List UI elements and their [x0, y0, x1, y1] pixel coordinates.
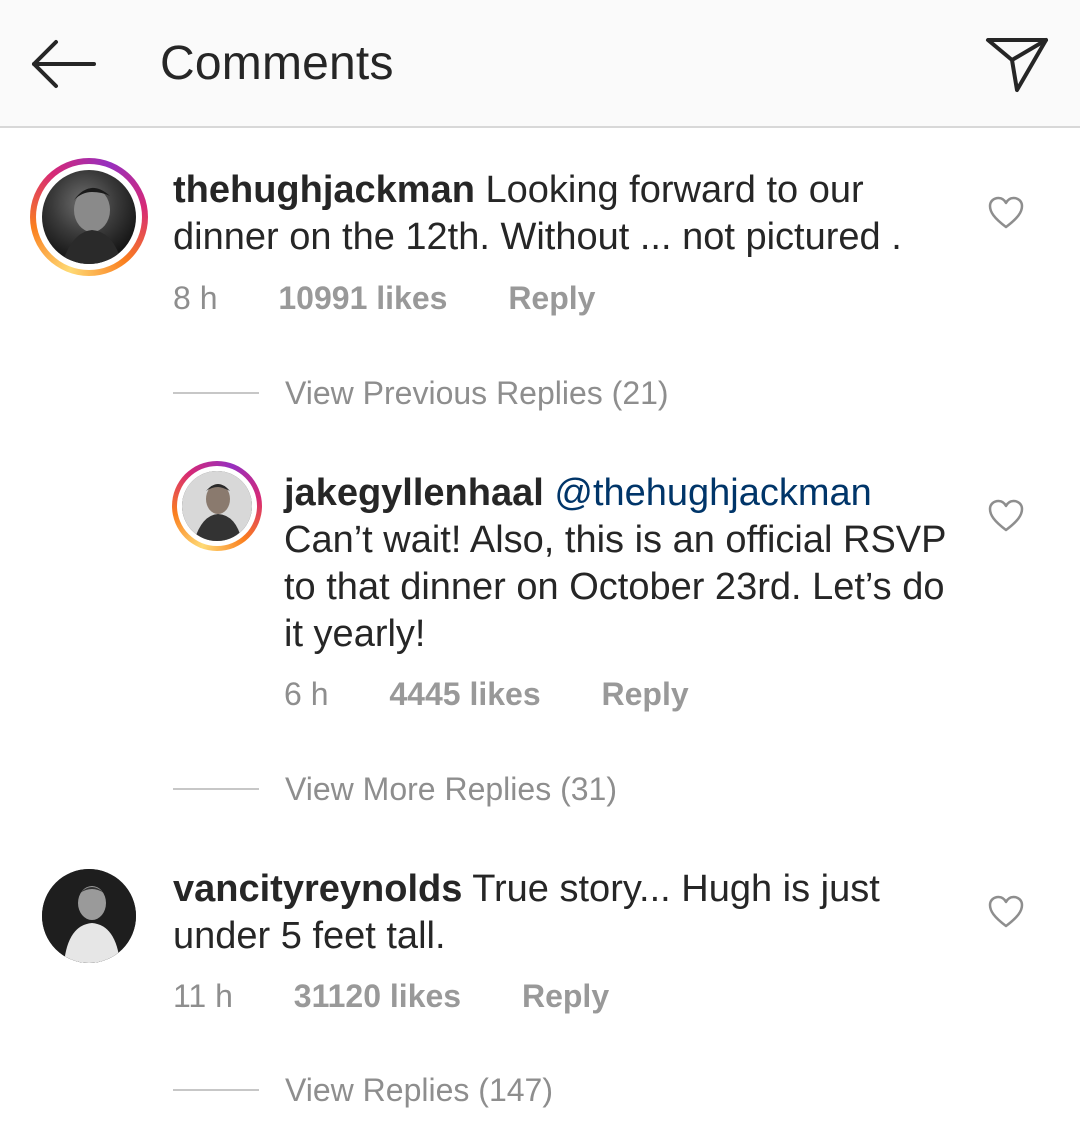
- heart-icon: [988, 499, 1024, 532]
- comment-username[interactable]: thehughjackman: [173, 169, 475, 211]
- heart-icon: [988, 196, 1024, 229]
- comment-text: thehughjackman Looking forward to our di…: [173, 167, 973, 261]
- avatar[interactable]: [42, 869, 136, 963]
- page-title: Comments: [160, 37, 394, 90]
- view-previous-replies-link[interactable]: View Previous Replies (21): [285, 373, 669, 413]
- profile-photo: [62, 187, 122, 264]
- comment-time: 11 h: [173, 978, 233, 1014]
- heart-icon: [988, 895, 1024, 928]
- likes-count[interactable]: 31120 likes: [294, 976, 461, 1016]
- avatar[interactable]: [42, 170, 136, 264]
- mention-link[interactable]: @thehughjackman: [554, 472, 871, 514]
- thread-divider: [173, 392, 259, 394]
- avatar[interactable]: [182, 471, 252, 541]
- share-button[interactable]: [980, 30, 1052, 94]
- reply-text: jakegyllenhaal @thehughjackman Can’t wai…: [284, 470, 964, 658]
- comment-username[interactable]: jakegyllenhaal: [284, 472, 544, 514]
- likes-count[interactable]: 4445 likes: [389, 674, 540, 714]
- comment-meta: 11 h 31120 likes Reply: [173, 976, 609, 1016]
- reply-button[interactable]: Reply: [522, 976, 609, 1016]
- view-replies-link[interactable]: View Replies (147): [285, 1070, 553, 1110]
- comment-text: vancityreynolds True story... Hugh is ju…: [173, 866, 973, 960]
- comment-meta: 6 h 4445 likes Reply: [284, 674, 689, 714]
- like-button[interactable]: [988, 895, 1024, 929]
- profile-photo: [42, 869, 136, 963]
- comment-time: 6 h: [284, 676, 329, 712]
- comment-username[interactable]: vancityreynolds: [173, 868, 462, 910]
- arrow-left-icon: [32, 40, 96, 88]
- thread-divider: [173, 788, 259, 790]
- back-button[interactable]: [28, 36, 98, 92]
- profile-photo: [182, 471, 252, 541]
- reply-button[interactable]: Reply: [602, 674, 689, 714]
- header-bar: Comments: [0, 0, 1080, 128]
- like-button[interactable]: [988, 499, 1024, 533]
- thread-divider: [173, 1089, 259, 1091]
- view-more-replies-link[interactable]: View More Replies (31): [285, 769, 617, 809]
- paper-plane-icon: [986, 38, 1048, 92]
- comment-time: 8 h: [173, 280, 218, 316]
- comment-body: Can’t wait! Also, this is an official RS…: [284, 519, 946, 655]
- comment-meta: 8 h 10991 likes Reply: [173, 278, 595, 318]
- like-button[interactable]: [988, 196, 1024, 230]
- reply-button[interactable]: Reply: [508, 278, 595, 318]
- likes-count[interactable]: 10991 likes: [278, 278, 447, 318]
